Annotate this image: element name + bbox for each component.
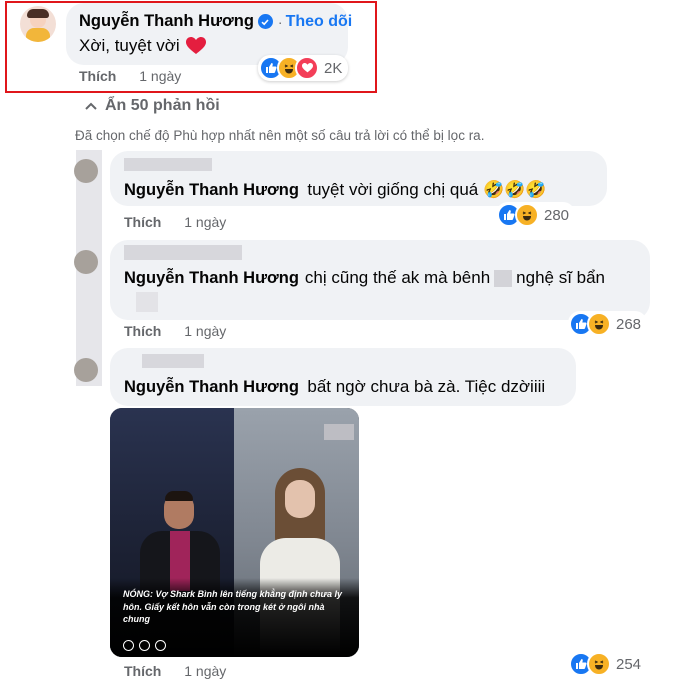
- haha-icon: [587, 652, 611, 676]
- news-headline: NÓNG: Vợ Shark Bình lên tiếng khẳng định…: [123, 589, 342, 624]
- reply-time[interactable]: 1 ngày: [184, 323, 226, 339]
- reply-text: bất ngờ chưa bà zà. Tiệc dzờiiii: [307, 377, 546, 396]
- filter-notice: Đã chọn chế độ Phù hợp nhất nên một số c…: [75, 128, 485, 143]
- reply-bubble: Nguyễn Thanh Hương tuyệt vời giống chị q…: [110, 151, 607, 206]
- avatar-hair: [27, 9, 49, 18]
- reaction-summary[interactable]: 268: [568, 311, 648, 337]
- separator-dot: ·: [277, 13, 283, 30]
- reaction-count: 254: [616, 655, 642, 673]
- avatar-shirt: [26, 28, 50, 42]
- haha-icon: [515, 203, 539, 227]
- chevron-up-icon: [85, 102, 97, 110]
- reply-bubble: Nguyễn Thanh Hương chị cũng thế ak mà bê…: [110, 240, 650, 320]
- redacted-reply-author: [124, 158, 212, 171]
- reaction-count: 268: [616, 315, 642, 333]
- reply-time[interactable]: 1 ngày: [184, 214, 226, 230]
- reply-text-continued: nghệ sĩ bẩn: [516, 268, 606, 287]
- like-link[interactable]: Thích: [79, 68, 116, 84]
- reply-avatar[interactable]: [74, 358, 98, 382]
- share-icon: [123, 640, 134, 651]
- reaction-summary[interactable]: 2K: [258, 55, 349, 81]
- reply-actions: Thích 1 ngày: [124, 214, 226, 230]
- redacted-word: [136, 292, 158, 312]
- mention-tag[interactable]: Nguyễn Thanh Hương: [124, 378, 299, 396]
- comment-author[interactable]: Nguyễn Thanh Hương: [79, 12, 254, 31]
- reply-actions: Thích 1 ngày: [124, 663, 226, 679]
- follow-link[interactable]: Theo dõi: [286, 13, 353, 31]
- redacted-word: [494, 269, 513, 287]
- reaction-count: 2K: [324, 59, 343, 77]
- redacted-logo: [324, 424, 354, 440]
- comment-time[interactable]: 1 ngày: [139, 68, 181, 84]
- reaction-summary[interactable]: 254: [568, 651, 648, 677]
- red-heart-icon: [185, 37, 206, 55]
- reply-time[interactable]: 1 ngày: [184, 663, 226, 679]
- mention-tag[interactable]: Nguyễn Thanh Hương: [124, 181, 299, 199]
- redacted-reply-author: [142, 354, 204, 368]
- social-icons: [123, 640, 166, 651]
- redacted-reply-author: [124, 245, 242, 260]
- like-link[interactable]: Thích: [124, 323, 161, 339]
- reaction-count: 280: [544, 206, 570, 224]
- comment-actions: Thích 1 ngày: [79, 68, 181, 84]
- reaction-summary[interactable]: 280: [496, 202, 576, 228]
- mention-tag[interactable]: Nguyễn Thanh Hương: [124, 269, 299, 288]
- verified-badge-icon: [257, 14, 273, 29]
- reply-avatar[interactable]: [74, 250, 98, 274]
- hide-replies-button[interactable]: Ẩn 50 phản hồi: [84, 97, 220, 115]
- hide-replies-label: Ẩn 50 phản hồi: [105, 97, 220, 114]
- haha-icon: [587, 312, 611, 336]
- comment-text: Xời, tuyệt vời: [79, 36, 180, 55]
- attachment-image[interactable]: NÓNG: Vợ Shark Bình lên tiếng khẳng định…: [110, 408, 359, 657]
- love-icon: [295, 56, 319, 80]
- like-link[interactable]: Thích: [124, 663, 161, 679]
- reply-text: tuyệt vời giống chị quá 🤣🤣🤣: [307, 180, 547, 199]
- reply-actions: Thích 1 ngày: [124, 323, 226, 339]
- reply-avatar[interactable]: [74, 159, 98, 183]
- reply-bubble: Nguyễn Thanh Hương bất ngờ chưa bà zà. T…: [110, 348, 576, 406]
- reply-text: chị cũng thế ak mà bênh: [304, 268, 491, 287]
- send-icon: [155, 640, 166, 651]
- like-link[interactable]: Thích: [124, 214, 161, 230]
- comment-icon: [139, 640, 150, 651]
- avatar[interactable]: [20, 6, 56, 42]
